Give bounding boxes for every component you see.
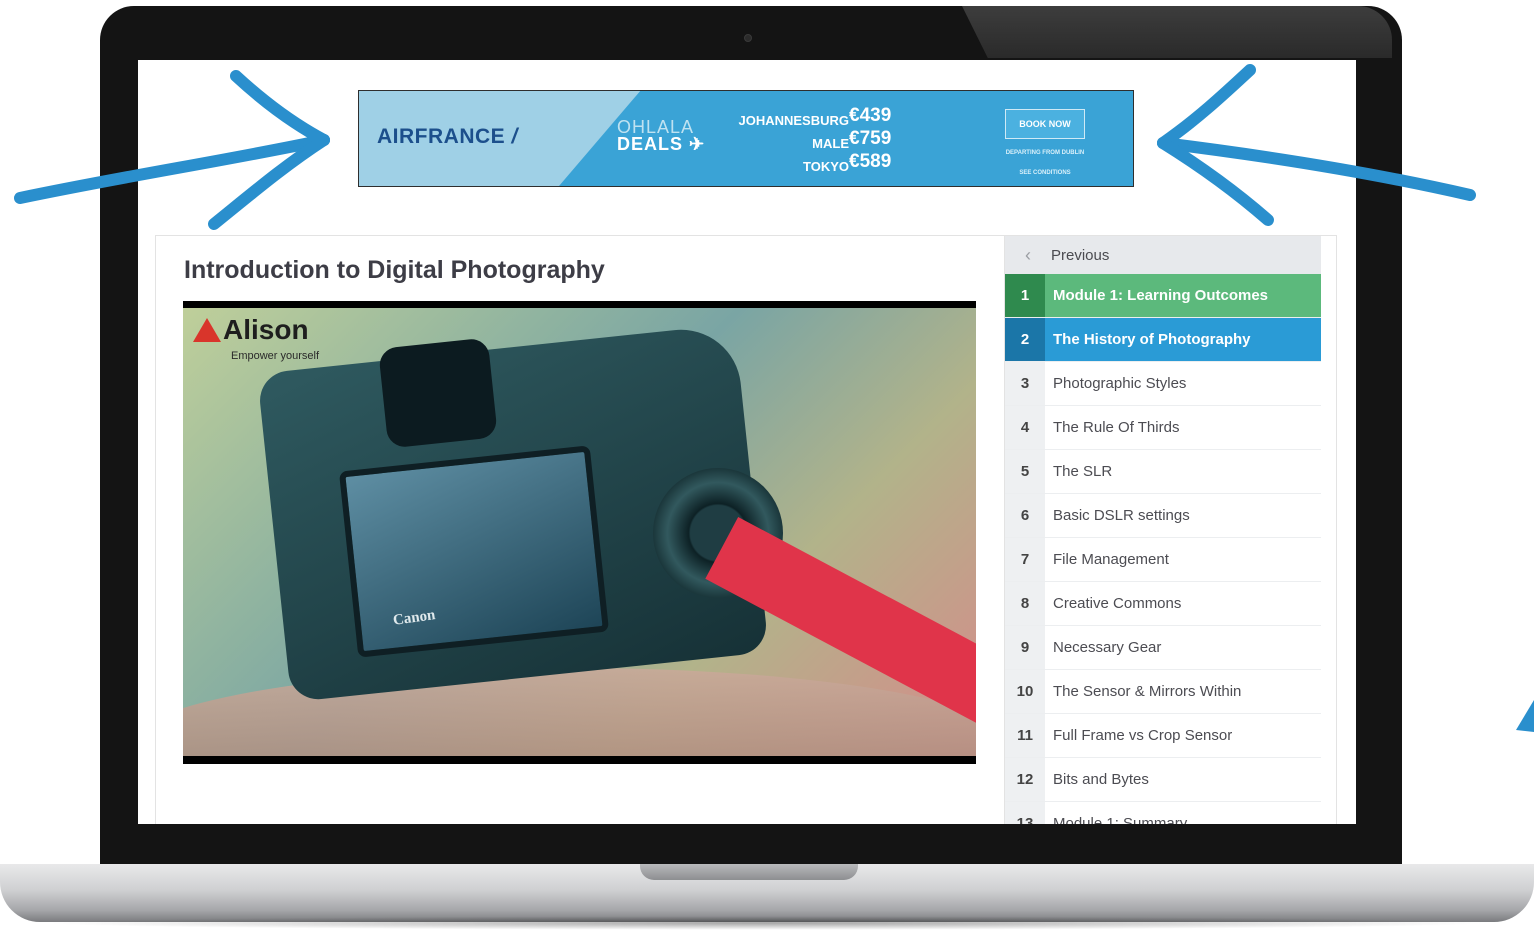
- partial-arrow-icon: [1516, 700, 1534, 732]
- callout-arrows: [14, 64, 1534, 732]
- left-arrow-head-top-icon: [230, 70, 330, 146]
- right-arrow-head-top-icon: [1157, 64, 1256, 149]
